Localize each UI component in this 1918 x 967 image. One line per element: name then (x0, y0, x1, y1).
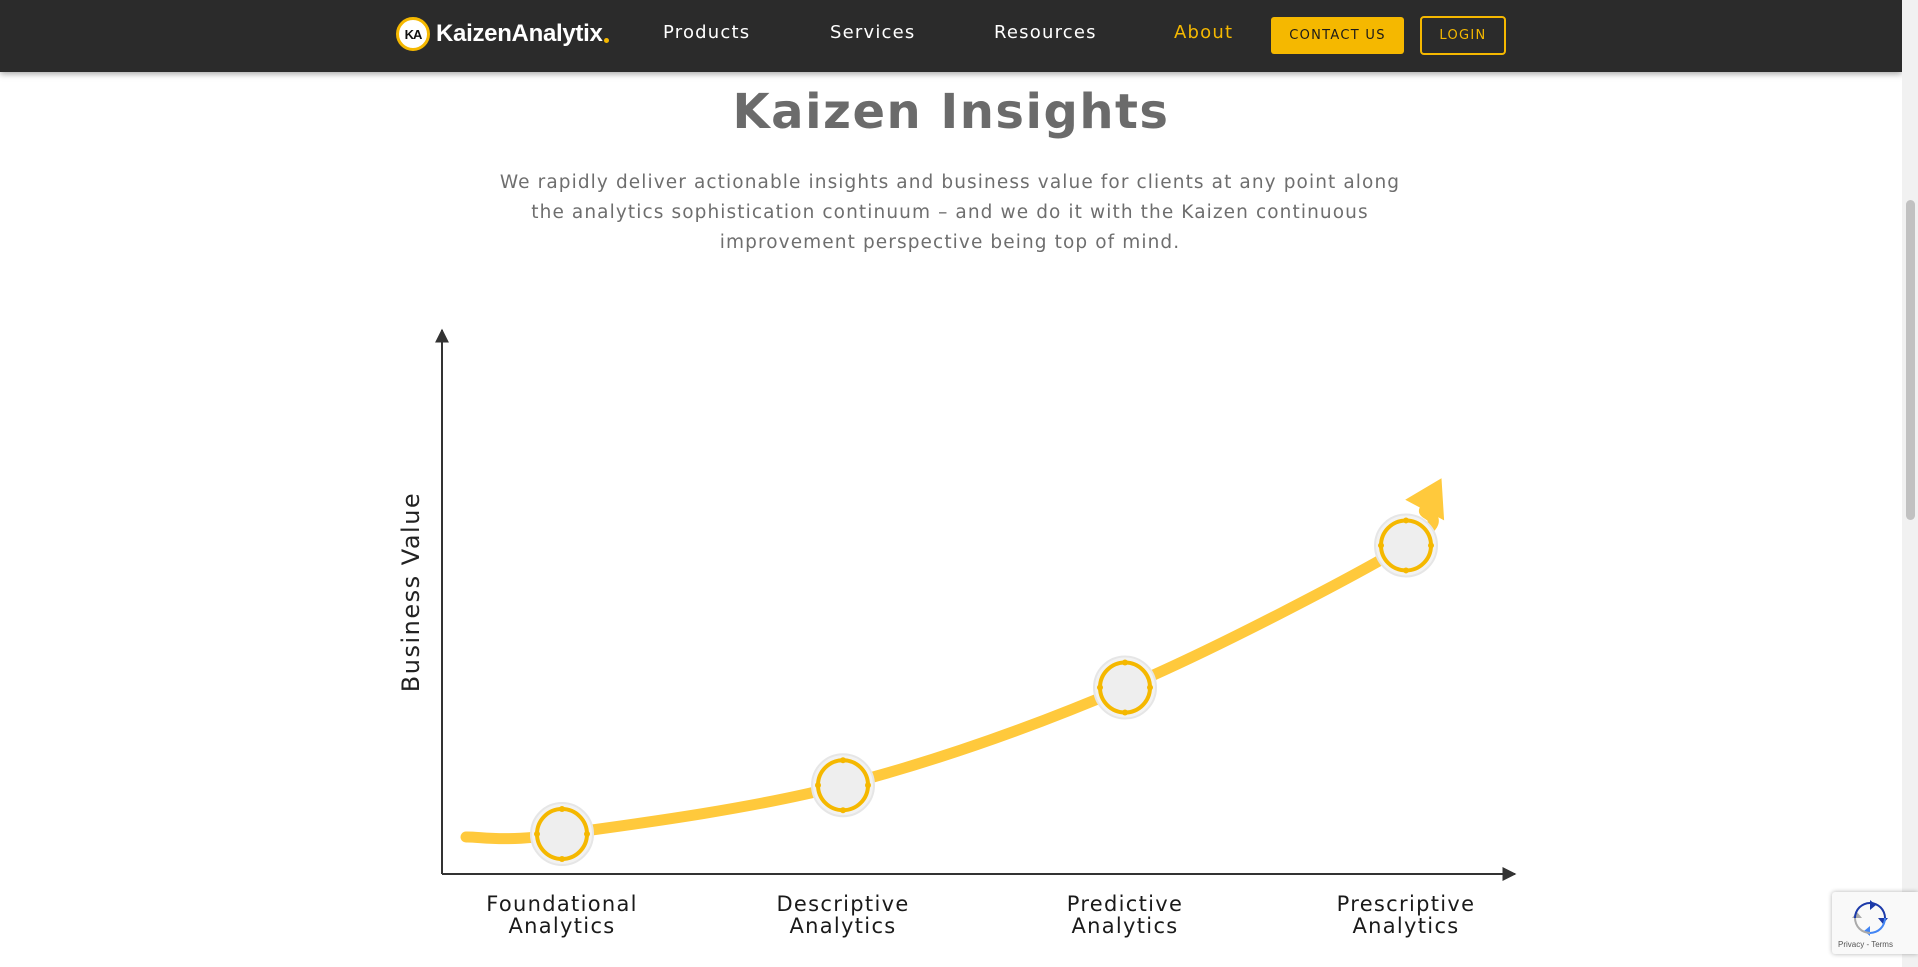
category-label: Analytics (789, 914, 896, 938)
cycle-arrow-icon (1428, 542, 1434, 549)
page-scrollbar[interactable] (1902, 0, 1918, 967)
cycle-arrow-icon (1403, 567, 1409, 574)
milestone-marker (535, 807, 589, 862)
cycle-arrow-icon (1122, 659, 1128, 666)
cycle-arrow-icon (840, 757, 846, 764)
cycle-arrow-icon (1097, 684, 1103, 691)
nav-item-resources[interactable]: Resources (994, 22, 1097, 43)
value-curve (460, 504, 1439, 845)
cycle-arrow-icon (1403, 517, 1409, 524)
category-label: Foundational (486, 892, 638, 916)
cycle-arrow-icon (815, 782, 821, 789)
cycle-arrow-icon (1122, 709, 1128, 716)
milestone-marker (816, 758, 870, 813)
cycle-arrow-icon (559, 856, 565, 863)
category-label: Prescriptive (1337, 892, 1476, 916)
login-button[interactable]: LOGIN (1420, 16, 1506, 55)
top-navbar: KA KaizenAnalytix Products Services Reso… (0, 0, 1902, 72)
recaptcha-badge[interactable]: Privacy - Terms (1832, 892, 1918, 954)
analytics-continuum-chart: Business ValueFoundationalAnalyticsDescr… (397, 328, 1517, 938)
cycle-arrow-icon (534, 831, 540, 838)
brand-name: KaizenAnalytix (436, 20, 603, 47)
brand-logo[interactable]: KA KaizenAnalytix (396, 16, 609, 52)
cycle-arrow-icon (865, 782, 871, 789)
cycle-arrow-icon (1147, 684, 1153, 691)
nav-item-about[interactable]: About (1174, 22, 1233, 43)
y-axis-label: Business Value (397, 492, 425, 692)
page: Business Value Foundational Analytics Descr… (0, 0, 1918, 967)
cycle-arrow-icon (840, 807, 846, 814)
nav-item-products[interactable]: Products (663, 22, 750, 43)
recaptcha-icon (1852, 900, 1888, 936)
category-label: Descriptive (776, 892, 909, 916)
cycle-arrow-icon (559, 806, 565, 813)
category-label: Analytics (1352, 914, 1459, 938)
logo-mark-icon: KA (396, 17, 430, 51)
recaptcha-footer: Privacy - Terms (1838, 940, 1893, 949)
milestone-marker (1379, 518, 1433, 573)
logo-dot-icon (603, 38, 609, 43)
scrollbar-thumb[interactable] (1906, 200, 1915, 520)
nav-item-services[interactable]: Services (830, 22, 916, 43)
milestone-marker (1098, 660, 1152, 715)
cycle-arrow-icon (584, 831, 590, 838)
contact-us-button[interactable]: CONTACT US (1271, 17, 1404, 54)
cycle-arrow-icon (1378, 542, 1384, 549)
category-label: Analytics (508, 914, 615, 938)
category-label: Predictive (1067, 892, 1184, 916)
category-label: Analytics (1071, 914, 1178, 938)
